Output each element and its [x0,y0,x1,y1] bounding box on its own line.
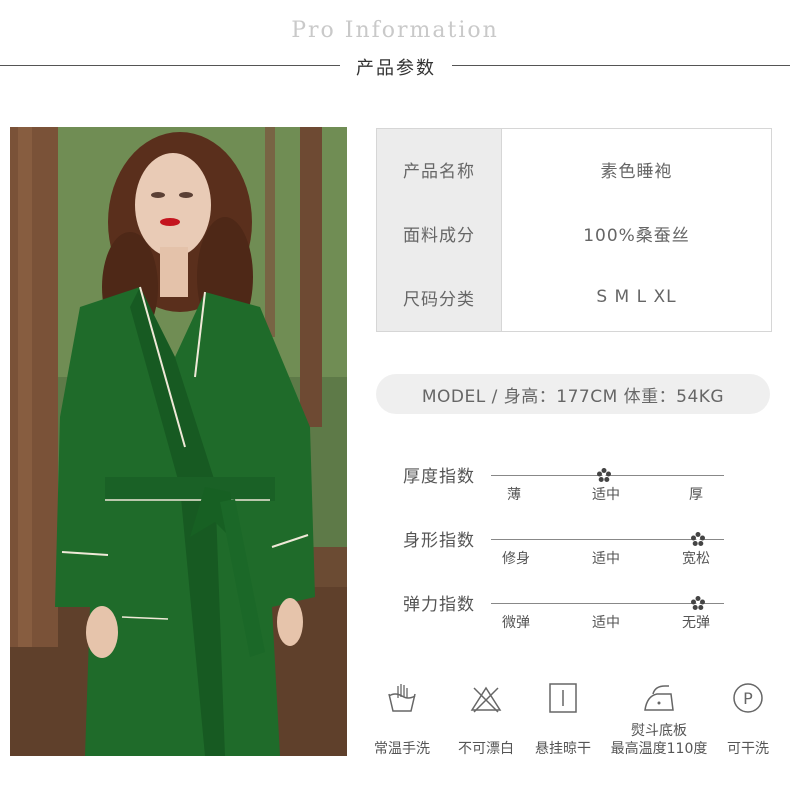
index-tick: 适中 [592,487,620,503]
care-label: 不可漂白 [458,741,514,757]
product-photo [10,127,347,756]
header-divider-right [452,65,790,66]
flower-marker-icon [691,532,705,546]
header-title-cn: 产品参数 [356,58,436,79]
index-tick: 修身 [502,551,530,567]
iron-icon [644,685,674,711]
index-tick: 无弹 [682,615,710,631]
care-hand-wash: 常温手洗 [366,680,438,758]
spec-key: 面料成分 [403,225,475,246]
index-label: 弹力指数 [403,595,475,615]
care-label: 熨斗底板 [631,723,687,739]
line-dry-icon [549,683,577,713]
header-title-en: Pro Information [291,18,499,43]
flower-marker-icon [691,596,705,610]
index-tick: 微弹 [502,615,530,631]
care-label: 悬挂晾干 [535,741,591,757]
care-label: 最高温度110度 [610,741,708,757]
index-label: 身形指数 [403,531,475,551]
spec-key-column: 产品名称 面料成分 尺码分类 [377,129,502,331]
index-label: 厚度指数 [403,467,475,487]
header-divider-left [0,65,340,66]
model-info-badge: MODEL / 身高：177CM 体重：54KG [376,374,770,414]
spec-value: 100%桑蚕丝 [583,225,690,246]
spec-value-column: 素色睡袍 100%桑蚕丝 S M L XL [502,129,771,331]
no-bleach-icon [470,686,502,713]
index-tick: 薄 [507,487,521,503]
index-tick: 适中 [592,551,620,567]
care-dry-clean: P 可干洗 [716,680,780,758]
care-iron: 熨斗底板 最高温度110度 [603,680,715,758]
care-label: 常温手洗 [374,741,430,757]
spec-key: 尺码分类 [403,289,475,310]
dry-clean-icon: P [733,683,763,713]
index-tick: 适中 [592,615,620,631]
care-label: 可干洗 [727,741,769,757]
care-line-dry: 悬挂晾干 [527,680,599,758]
elasticity-index: 弹力指数 微弹 适中 无弹 [376,590,756,650]
care-no-bleach: 不可漂白 [450,680,522,758]
spec-key: 产品名称 [403,161,475,182]
index-tick: 宽松 [682,551,710,567]
spec-value: S M L XL [596,287,677,307]
hand-wash-icon [388,684,416,712]
svg-text:P: P [743,689,753,708]
index-tick: 厚 [689,487,703,503]
thickness-index: 厚度指数 薄 适中 厚 [376,462,756,522]
body-shape-index: 身形指数 修身 适中 宽松 [376,526,756,586]
spec-table: 产品名称 面料成分 尺码分类 素色睡袍 100%桑蚕丝 S M L XL [376,128,772,332]
spec-value: 素色睡袍 [600,161,673,182]
flower-marker-icon [597,468,611,482]
